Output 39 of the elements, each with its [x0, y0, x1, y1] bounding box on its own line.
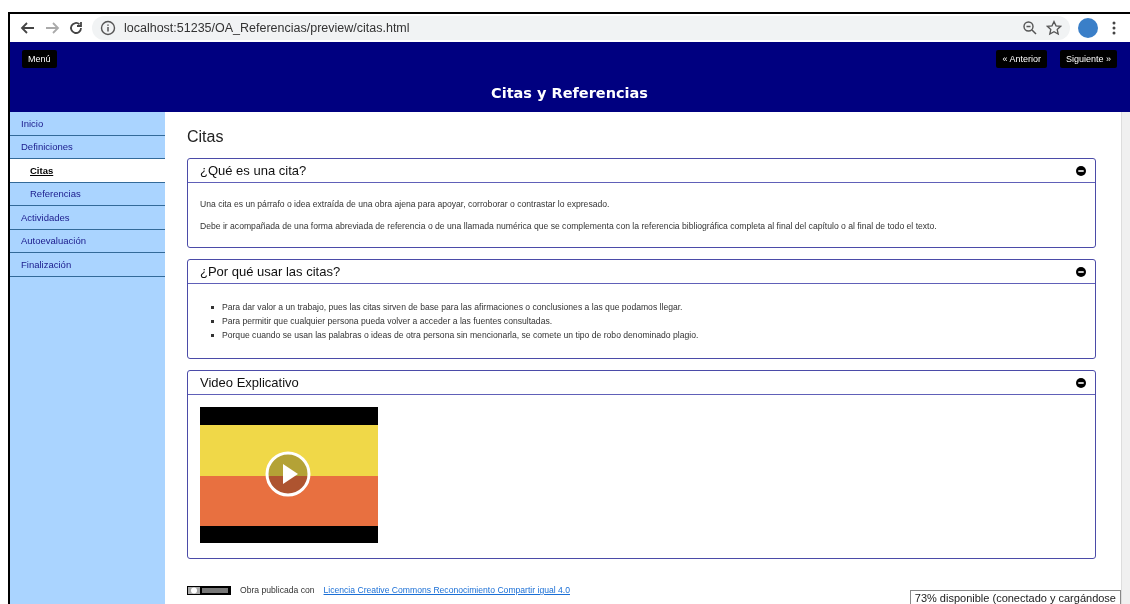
sidebar-item[interactable]: Autoevaluación	[10, 229, 165, 253]
menu-button[interactable]: Menú	[22, 50, 57, 68]
star-icon[interactable]	[1046, 20, 1062, 36]
paragraph: Una cita es un párrafo o idea extraída de una obra ajena para apoyar, corroborar o contrastar lo expresado.	[200, 199, 611, 209]
cc-license-icon[interactable]	[187, 585, 231, 595]
collapse-icon[interactable]	[1076, 165, 1086, 176]
zoom-out-icon[interactable]	[1022, 20, 1038, 36]
list-item: Para permitir que cualquier persona pueda volver a acceder a las fuentes consultadas.	[222, 316, 553, 326]
page-title: Citas y Referencias	[490, 85, 649, 101]
next-button[interactable]: Siguiente »	[1059, 50, 1117, 68]
sidebar-item[interactable]: Referencias	[10, 182, 165, 206]
panel-title[interactable]: ¿Por qué usar las citas?	[200, 264, 1076, 279]
list-item: Para dar valor a un trabajo, pues las citas sirven de base para las afirmaciones o conclusiones a las que podamos llegar.	[222, 302, 683, 312]
info-icon[interactable]	[100, 20, 116, 36]
list-item: Porque cuando se usan las palabras o ideas de otra persona sin mencionarla, se comete un tipo de robo denominado plagio.	[222, 330, 699, 340]
reload-icon[interactable]	[68, 20, 84, 36]
license-text: Obra publicada con	[240, 585, 315, 595]
collapse-icon[interactable]	[1076, 266, 1086, 277]
scrollbar[interactable]	[1121, 112, 1130, 604]
back-icon[interactable]	[20, 20, 36, 36]
video-thumbnail[interactable]	[200, 407, 378, 543]
sidebar-item[interactable]: Actividades	[10, 206, 165, 230]
bullet-icon	[211, 334, 214, 337]
bullet-icon	[211, 320, 214, 323]
profile-avatar[interactable]	[1078, 18, 1098, 38]
play-icon[interactable]	[265, 451, 311, 497]
content-title: Citas	[187, 128, 225, 146]
collapse-icon[interactable]	[1076, 377, 1086, 388]
previous-button[interactable]: « Anterior	[996, 50, 1047, 68]
license-link[interactable]: Licencia Creative Commons Reconocimiento Compartir igual 4.0	[323, 585, 570, 595]
panel-title[interactable]: ¿Qué es una cita?	[200, 163, 1076, 178]
sidebar-item[interactable]: Finalización	[10, 253, 165, 277]
address-bar[interactable]: localhost:51235/OA_Referencias/preview/citas.html	[92, 16, 1070, 40]
panel-title[interactable]: Video Explicativo	[200, 375, 1076, 390]
sidebar-item[interactable]: Inicio	[10, 112, 165, 136]
battery-tooltip: 73% disponible (conectado y cargándose	[909, 590, 1121, 604]
sidebar-item[interactable]: Citas	[10, 159, 165, 183]
bullet-icon	[211, 306, 214, 309]
paragraph: Debe ir acompañada de una forma abreviada de referencia o de una llamada numérica que se complementa con la referencia bibliográfica completa al final del capítulo o al final de todo el texto.	[200, 221, 938, 231]
